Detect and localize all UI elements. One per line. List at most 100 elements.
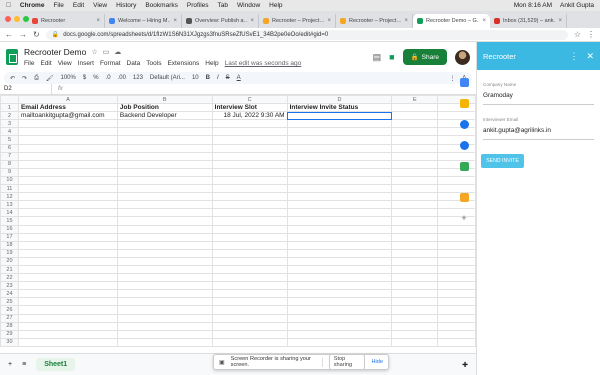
avatar[interactable] [455, 49, 470, 65]
grid-cell[interactable] [391, 273, 439, 283]
grid-cell[interactable] [116, 184, 213, 194]
grid-cell[interactable] [116, 151, 213, 161]
grid-cell[interactable] [391, 200, 439, 210]
row-header[interactable]: 4 [0, 127, 19, 137]
grid-cell[interactable] [116, 224, 213, 234]
sheet-tab[interactable]: Sheet1 [36, 358, 76, 371]
grid-cell[interactable] [17, 240, 118, 250]
grid-cell[interactable] [286, 159, 393, 169]
grid-cell[interactable] [211, 119, 288, 129]
grid-cell[interactable] [391, 184, 439, 194]
grid-cell[interactable] [211, 216, 288, 226]
close-window-button[interactable] [5, 16, 11, 22]
grid-cell[interactable] [17, 232, 118, 242]
share-button[interactable]: 🔒 Share [402, 49, 447, 65]
last-edit-link[interactable]: Last edit was seconds ago [225, 60, 302, 67]
menu-tab[interactable]: Tab [218, 2, 228, 9]
paint-format-icon[interactable]: 🖌 [46, 75, 54, 82]
grid-cell[interactable] [17, 289, 118, 299]
grid-cell[interactable] [286, 305, 393, 315]
grid-cell[interactable] [116, 337, 213, 347]
row-header[interactable]: 19 [0, 248, 19, 258]
add-addon-icon[interactable]: + [460, 214, 469, 223]
tasks-icon[interactable] [459, 120, 469, 129]
grid-cell[interactable] [391, 240, 439, 250]
corner-cell[interactable] [0, 95, 19, 105]
row-header[interactable]: 27 [0, 313, 19, 323]
grid-cell[interactable] [391, 175, 439, 186]
column-header-d[interactable]: D [286, 95, 393, 105]
grid-cell[interactable] [286, 167, 393, 177]
redo-icon[interactable]: ↷ [22, 75, 27, 82]
grid-cell[interactable] [116, 192, 213, 202]
grid-cell[interactable] [211, 240, 288, 250]
grid-cell[interactable] [211, 224, 288, 234]
grid-cell[interactable] [286, 289, 393, 299]
grid-cell[interactable] [286, 208, 393, 218]
grid-cell[interactable]: Backend Developer [116, 111, 213, 121]
grid-cell[interactable] [17, 175, 118, 186]
grid-cell[interactable] [17, 184, 118, 194]
grid-cell[interactable] [211, 313, 288, 323]
grid-cell[interactable]: Interview Slot [211, 103, 288, 113]
grid-cell[interactable] [17, 208, 118, 218]
row-header[interactable]: 20 [0, 256, 19, 266]
grid-cell[interactable] [17, 273, 118, 283]
grid-cell[interactable] [17, 135, 118, 145]
sheet-menu-file[interactable]: File [24, 60, 34, 67]
close-tab-icon[interactable]: × [404, 18, 408, 24]
grid-cell[interactable] [17, 200, 118, 210]
cloud-icon[interactable]: ☁ [114, 48, 121, 56]
row-header[interactable]: 2 [0, 111, 19, 121]
menu-view[interactable]: View [93, 2, 107, 9]
grid-cell[interactable] [391, 289, 439, 299]
undo-icon[interactable]: ↶ [10, 75, 15, 82]
grid-cell[interactable] [286, 264, 393, 275]
grid-cell[interactable] [211, 159, 288, 169]
grid-cell[interactable] [17, 313, 118, 323]
grid-cell[interactable] [211, 305, 288, 315]
grid-cell[interactable] [211, 264, 288, 275]
grid-cell[interactable] [391, 151, 439, 161]
grid-cell[interactable] [116, 297, 213, 307]
grid-cell[interactable] [391, 159, 439, 169]
recrooter-addon-icon[interactable] [459, 193, 469, 202]
grid-cell[interactable] [391, 232, 439, 242]
grid-cell[interactable] [17, 281, 118, 291]
grid-cell[interactable] [391, 248, 439, 258]
stop-sharing-button[interactable]: Stop sharing [328, 354, 366, 370]
bold-button[interactable]: B [206, 75, 210, 81]
move-icon[interactable]: ▭ [103, 48, 110, 56]
grid-cell[interactable] [116, 273, 213, 283]
row-header[interactable]: 3 [0, 119, 19, 129]
grid-cell[interactable] [116, 264, 213, 275]
grid-cell[interactable] [116, 313, 213, 323]
row-header[interactable]: 28 [0, 321, 19, 331]
comment-icon[interactable]: ▤ [373, 52, 382, 63]
font-size-select[interactable]: 10 [192, 75, 199, 81]
grid-cell[interactable] [211, 208, 288, 218]
menu-edit[interactable]: Edit [73, 2, 84, 9]
grid-cell[interactable] [17, 297, 118, 307]
row-header[interactable]: 12 [0, 192, 19, 202]
increase-decimal-button[interactable]: .00 [118, 75, 126, 81]
grid-cell[interactable] [286, 119, 393, 129]
grid-cell[interactable] [211, 297, 288, 307]
row-header[interactable]: 15 [0, 216, 19, 226]
grid-cell[interactable] [116, 200, 213, 210]
grid-cell[interactable] [391, 281, 439, 291]
row-header[interactable]: 9 [0, 167, 19, 177]
user-name[interactable]: Ankit Gupta [560, 2, 594, 9]
company-field[interactable]: Company Name Gramoday [483, 82, 594, 105]
grid-cell[interactable]: Email Address [17, 103, 118, 113]
grid-cell[interactable] [391, 264, 439, 275]
email-input[interactable]: ankit.gupta@agrilinks.in [483, 127, 594, 140]
close-tab-icon[interactable]: × [96, 18, 100, 24]
text-color-button[interactable]: A [237, 75, 241, 81]
currency-button[interactable]: $ [83, 75, 86, 81]
send-invite-button[interactable]: SEND INVITE [481, 154, 524, 168]
sheet-menu-tools[interactable]: Tools [146, 60, 161, 67]
grid-cell[interactable] [17, 167, 118, 177]
menu-help[interactable]: Help [269, 2, 282, 9]
grid-cell[interactable] [391, 305, 439, 315]
